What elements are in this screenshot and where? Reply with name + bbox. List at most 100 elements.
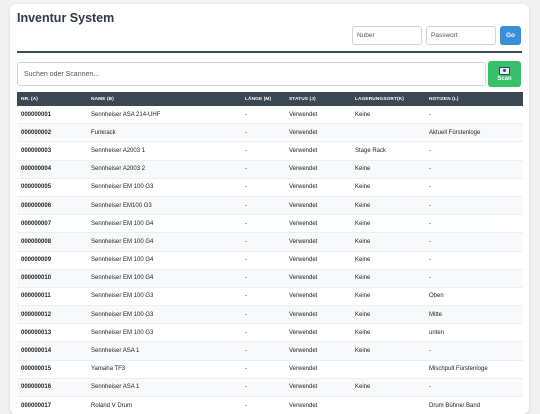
cell-name: Sennheiser EM 100 G3 [87, 306, 241, 324]
table-row[interactable]: 000000016Sennheiser ASA 1-VerwendetKeine… [17, 378, 523, 396]
column-header-name[interactable]: NAME (B) [87, 92, 241, 106]
cell-status: Verwendet [285, 378, 351, 396]
cell-notes: - [425, 178, 523, 196]
cell-location [351, 124, 425, 142]
cell-status: Verwendet [285, 342, 351, 360]
cell-location: Keine [351, 324, 425, 342]
column-header-length[interactable]: LÄNGE (M) [241, 92, 285, 106]
cell-nr: 000000006 [17, 196, 87, 214]
table-row[interactable]: 000000010Sennheiser EM 100 G4-VerwendetK… [17, 269, 523, 287]
table-row[interactable]: 000000017Roland V Drum-VerwendetDrum Büh… [17, 397, 523, 414]
page-title: Inventur System [17, 11, 114, 25]
cell-notes: - [425, 160, 523, 178]
table-row[interactable]: 000000009Sennheiser EM 100 G4-VerwendetK… [17, 251, 523, 269]
cell-length: - [241, 124, 285, 142]
table-row[interactable]: 000000003Sennheiser A2003 1-VerwendetSta… [17, 142, 523, 160]
cell-location: Keine [351, 196, 425, 214]
cell-length: - [241, 215, 285, 233]
cell-status: Verwendet [285, 142, 351, 160]
cell-status: Verwendet [285, 269, 351, 287]
cell-name: Sennheiser EM 100 G3 [87, 178, 241, 196]
cell-nr: 000000015 [17, 360, 87, 378]
cell-notes: Aktuell Fürstenloge [425, 124, 523, 142]
cell-notes: Oben [425, 287, 523, 305]
cell-status: Verwendet [285, 233, 351, 251]
column-header-status[interactable]: STATUS (J) [285, 92, 351, 106]
cell-status: Verwendet [285, 160, 351, 178]
cell-notes: - [425, 251, 523, 269]
cell-location: Keine [351, 287, 425, 305]
inventory-table: NR. (A) NAME (B) LÄNGE (M) STATUS (J) LA… [17, 92, 523, 414]
table-row[interactable]: 000000011Sennheiser EM 100 G3-VerwendetK… [17, 287, 523, 305]
cell-location: Keine [351, 378, 425, 396]
cell-name: Sennheiser EM 100 G4 [87, 269, 241, 287]
cell-nr: 000000001 [17, 106, 87, 124]
table-row[interactable]: 000000015Yamaha TF3-VerwendetMischpult F… [17, 360, 523, 378]
table-row[interactable]: 000000008Sennheiser EM 100 G4-VerwendetK… [17, 233, 523, 251]
cell-nr: 000000002 [17, 124, 87, 142]
main-card: Inventur System Go Scan NR. (A) NAME (B)… [10, 4, 529, 414]
cell-location: Keine [351, 342, 425, 360]
cell-status: Verwendet [285, 124, 351, 142]
cell-name: Sennheiser A2003 2 [87, 160, 241, 178]
cell-nr: 000000010 [17, 269, 87, 287]
cell-nr: 000000013 [17, 324, 87, 342]
cell-nr: 000000016 [17, 378, 87, 396]
table-row[interactable]: 000000013Sennheiser EM 100 G3-VerwendetK… [17, 324, 523, 342]
header-divider [17, 51, 522, 53]
cell-nr: 000000007 [17, 215, 87, 233]
cell-notes: - [425, 215, 523, 233]
cell-name: Yamaha TF3 [87, 360, 241, 378]
cell-notes: - [425, 378, 523, 396]
cell-location: Keine [351, 106, 425, 124]
user-input[interactable] [352, 26, 422, 45]
cell-notes: Mischpult Fürstenloge [425, 360, 523, 378]
cell-location: Keine [351, 233, 425, 251]
cell-notes: - [425, 142, 523, 160]
cell-length: - [241, 251, 285, 269]
cell-status: Verwendet [285, 397, 351, 414]
cell-location [351, 397, 425, 414]
table-row[interactable]: 000000007Sennheiser EM 100 G4-VerwendetK… [17, 215, 523, 233]
table-row[interactable]: 000000005Sennheiser EM 100 G3-VerwendetK… [17, 178, 523, 196]
cell-nr: 000000008 [17, 233, 87, 251]
column-header-nr[interactable]: NR. (A) [17, 92, 87, 106]
cell-length: - [241, 378, 285, 396]
cell-status: Verwendet [285, 106, 351, 124]
table-row[interactable]: 000000001Sennheiser ASA 214-UHF-Verwende… [17, 106, 523, 124]
scan-button[interactable]: Scan [488, 61, 521, 87]
search-input[interactable] [17, 62, 486, 86]
table-row[interactable]: 000000002Funkrack-VerwendetAktuell Fürst… [17, 124, 523, 142]
cell-notes: unten [425, 324, 523, 342]
go-button[interactable]: Go [500, 26, 521, 45]
cell-name: Sennheiser ASA 1 [87, 378, 241, 396]
cell-status: Verwendet [285, 196, 351, 214]
login-form: Go [352, 26, 521, 45]
cell-length: - [241, 178, 285, 196]
cell-length: - [241, 196, 285, 214]
cell-name: Sennheiser EM 100 G3 [87, 324, 241, 342]
cell-nr: 000000014 [17, 342, 87, 360]
column-header-notes[interactable]: NOTIZEN (L) [425, 92, 523, 106]
cell-nr: 000000005 [17, 178, 87, 196]
cell-status: Verwendet [285, 324, 351, 342]
cell-length: - [241, 324, 285, 342]
table-row[interactable]: 000000012Sennheiser EM 100 G3-VerwendetK… [17, 306, 523, 324]
table-row[interactable]: 000000006Sennheiser EM100 G3-VerwendetKe… [17, 196, 523, 214]
column-header-location[interactable]: LAGERUNGSORT(K) [351, 92, 425, 106]
cell-name: Sennheiser EM 100 G4 [87, 233, 241, 251]
table-row[interactable]: 000000004Sennheiser A2003 2-VerwendetKei… [17, 160, 523, 178]
cell-nr: 000000003 [17, 142, 87, 160]
table-row[interactable]: 000000014Sennheiser ASA 1-VerwendetKeine… [17, 342, 523, 360]
password-input[interactable] [426, 26, 496, 45]
cell-length: - [241, 397, 285, 414]
cell-length: - [241, 160, 285, 178]
cell-name: Sennheiser A2003 1 [87, 142, 241, 160]
cell-length: - [241, 306, 285, 324]
cell-location [351, 360, 425, 378]
camera-icon [499, 67, 510, 75]
cell-nr: 000000012 [17, 306, 87, 324]
cell-name: Roland V Drum [87, 397, 241, 414]
cell-notes: - [425, 269, 523, 287]
cell-nr: 000000011 [17, 287, 87, 305]
